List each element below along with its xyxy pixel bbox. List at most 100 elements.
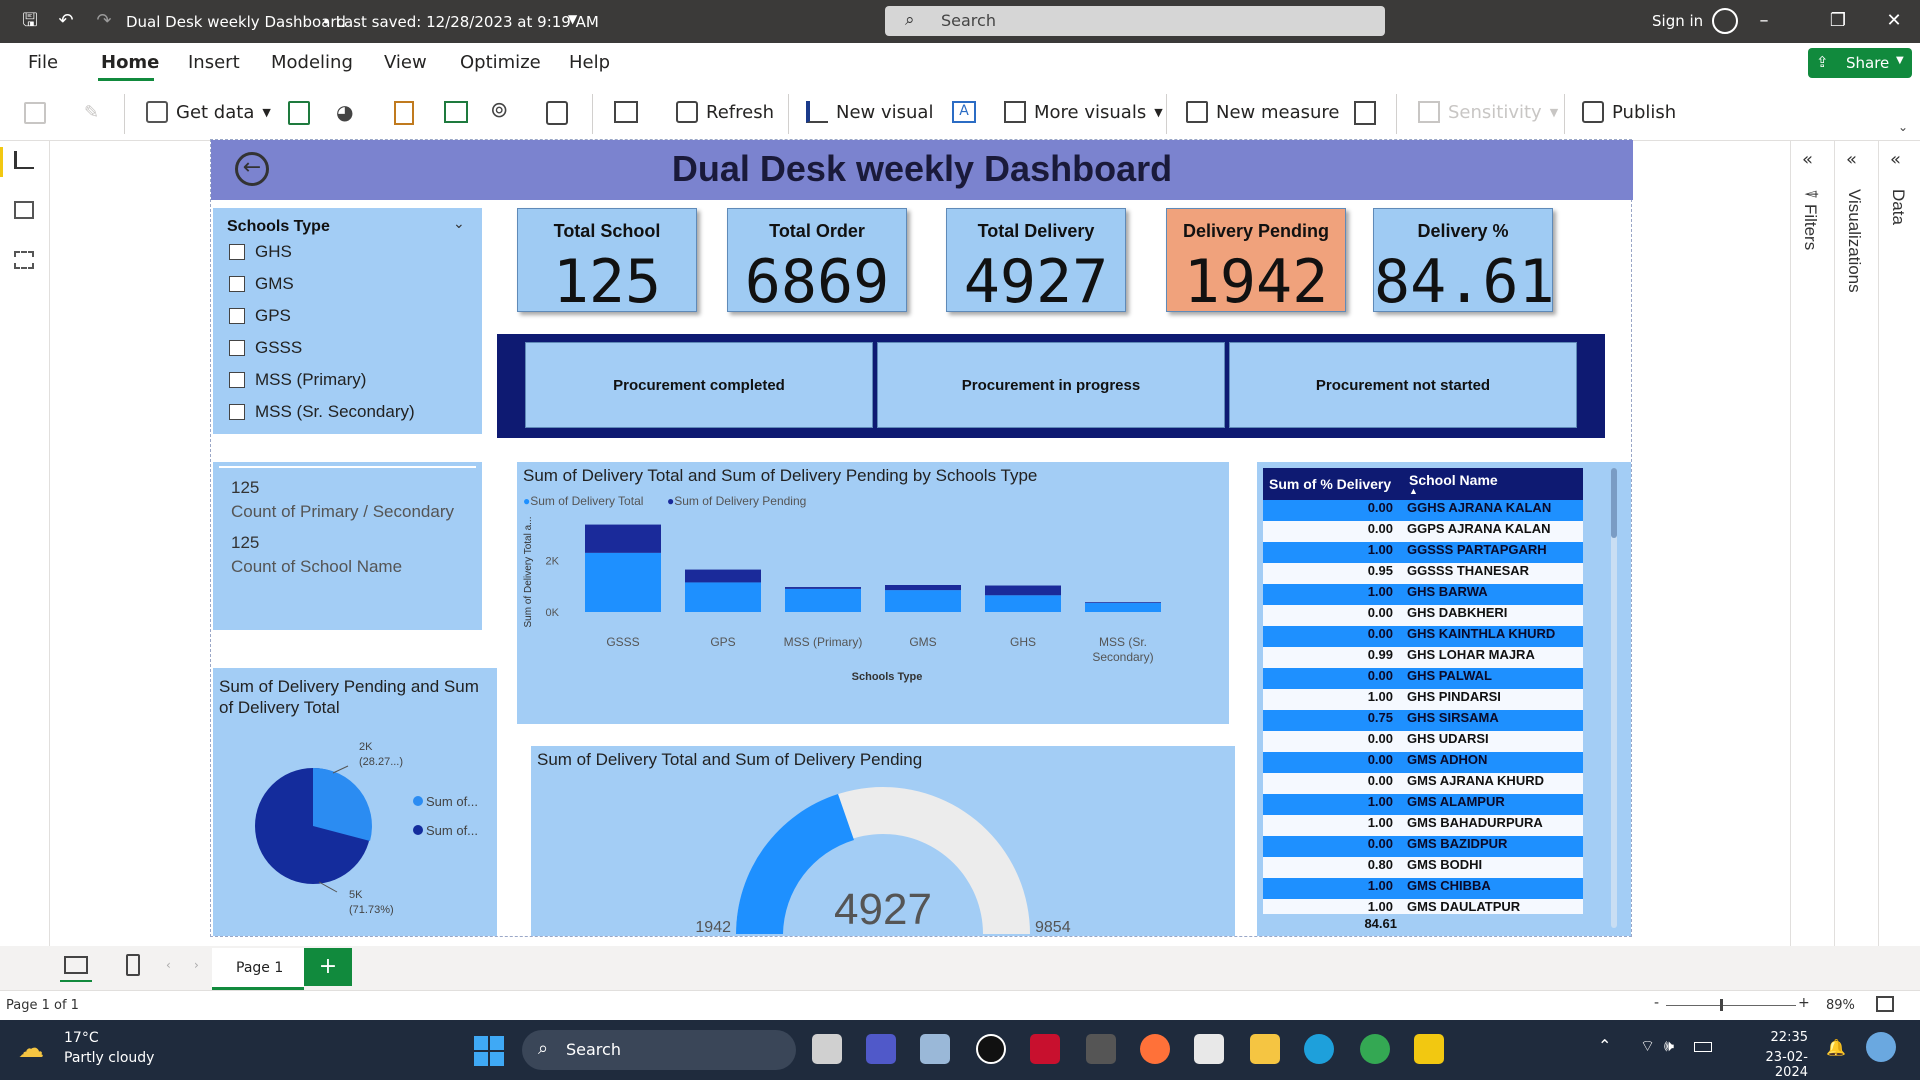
menu-optimize[interactable]: Optimize xyxy=(460,52,541,73)
close-icon[interactable]: ✕ xyxy=(1884,11,1904,31)
slicer-checkbox[interactable] xyxy=(229,340,245,356)
table-row[interactable]: 0.95 GGSSS THANESAR xyxy=(1263,563,1583,584)
slicer-checkbox[interactable] xyxy=(229,276,245,292)
store-icon[interactable] xyxy=(1194,1034,1224,1064)
slicer-option-mss-primary[interactable]: MSS (Primary) xyxy=(255,370,366,390)
table-view-icon[interactable] xyxy=(14,201,34,219)
filters-pane-tab[interactable]: ⍒ Filters xyxy=(1800,189,1820,250)
table-row[interactable]: 0.00 GMS BAZIDPUR xyxy=(1263,836,1583,857)
chevron-up-icon[interactable]: ⌃ xyxy=(1598,1036,1611,1055)
share-button[interactable]: ⇪ Share ▼ xyxy=(1808,48,1912,78)
transform-data-icon[interactable] xyxy=(614,101,638,123)
slicer-checkbox[interactable] xyxy=(229,308,245,324)
bar-total[interactable] xyxy=(585,552,661,612)
menu-help[interactable]: Help xyxy=(569,52,610,73)
zoom-in-icon[interactable]: + xyxy=(1798,995,1810,1011)
table-row[interactable]: 0.00 GMS AJRANA KHURD xyxy=(1263,773,1583,794)
file-explorer-icon[interactable] xyxy=(1250,1034,1280,1064)
slicer-option-gsss[interactable]: GSSS xyxy=(255,338,302,358)
bar-pending[interactable] xyxy=(1085,602,1161,603)
file-window-icon[interactable] xyxy=(920,1034,950,1064)
column-header-school[interactable]: School Name xyxy=(1409,472,1498,488)
table-row[interactable]: 1.00 GHS BARWA xyxy=(1263,584,1583,605)
table-row[interactable]: 1.00 GGSSS PARTAPGARH xyxy=(1263,542,1583,563)
bar-total[interactable] xyxy=(785,588,861,612)
restore-icon[interactable]: ❐ xyxy=(1828,11,1848,31)
enter-data-icon[interactable] xyxy=(444,101,468,123)
bar-total[interactable] xyxy=(1085,603,1161,612)
sql-icon[interactable] xyxy=(394,101,414,125)
report-view-icon[interactable] xyxy=(14,151,34,169)
bar-pending[interactable] xyxy=(885,585,961,591)
slicer-option-gms[interactable]: GMS xyxy=(255,274,294,294)
zoom-slider[interactable] xyxy=(1666,1005,1796,1006)
slicer-checkbox[interactable] xyxy=(229,244,245,260)
dataflow-icon[interactable]: ⊚ xyxy=(490,98,508,123)
firefox-icon[interactable] xyxy=(1140,1034,1170,1064)
get-data-button[interactable]: Get data ▼ xyxy=(146,101,271,123)
teams-icon[interactable] xyxy=(866,1034,896,1064)
chevron-down-icon[interactable]: ▼ xyxy=(568,12,577,26)
edge-icon[interactable] xyxy=(1304,1034,1334,1064)
publish-button[interactable]: Publish xyxy=(1582,101,1676,123)
table-row[interactable]: 0.00 GGHS AJRANA KALAN xyxy=(1263,500,1583,521)
menu-view[interactable]: View xyxy=(384,52,427,73)
zoom-out-icon[interactable]: - xyxy=(1654,995,1659,1011)
expand-filters-icon[interactable]: « xyxy=(1802,149,1813,170)
prev-page-icon[interactable]: ‹ xyxy=(166,958,171,972)
page-tab-1[interactable]: Page 1 xyxy=(212,948,304,990)
slicer-checkbox[interactable] xyxy=(229,404,245,420)
slicer-option-gps[interactable]: GPS xyxy=(255,306,291,326)
chevron-down-icon[interactable]: ⌄ xyxy=(453,216,465,232)
expand-visualizations-icon[interactable]: « xyxy=(1846,149,1857,170)
table-row[interactable]: 0.00 GGPS AJRANA KALAN xyxy=(1263,521,1583,542)
new-measure-button[interactable]: New measure xyxy=(1186,101,1340,123)
search-input[interactable]: ⌕ Search xyxy=(885,6,1385,36)
table-row[interactable]: 0.00 GHS DABKHERI xyxy=(1263,605,1583,626)
dell-icon[interactable] xyxy=(976,1034,1006,1064)
table-row[interactable]: 0.00 GMS ADHON xyxy=(1263,752,1583,773)
save-icon[interactable]: 🖫 xyxy=(20,11,40,31)
task-view-icon[interactable] xyxy=(812,1034,842,1064)
bar-pending[interactable] xyxy=(585,524,661,553)
slicer-checkbox[interactable] xyxy=(229,372,245,388)
refresh-button[interactable]: Refresh xyxy=(676,101,774,123)
next-page-icon[interactable]: › xyxy=(194,958,199,972)
column-header-delivery[interactable]: Sum of % Delivery xyxy=(1269,476,1391,492)
taskbar-search[interactable]: ⌕ Search xyxy=(522,1030,796,1070)
table-row[interactable]: 0.75 GHS SIRSAMA xyxy=(1263,710,1583,731)
slicer-option-ghs[interactable]: GHS xyxy=(255,242,292,262)
battery-icon[interactable] xyxy=(1694,1042,1712,1052)
dataverse-icon[interactable]: ◕ xyxy=(336,100,353,124)
excel-icon[interactable] xyxy=(288,101,310,125)
expand-data-icon[interactable]: « xyxy=(1890,149,1901,170)
notification-icon[interactable]: 🔔 xyxy=(1826,1038,1846,1057)
scrollbar-thumb[interactable] xyxy=(1611,468,1617,538)
menu-file[interactable]: File xyxy=(28,52,58,73)
chrome-icon[interactable] xyxy=(1360,1034,1390,1064)
procurement-in-progress[interactable]: Procurement in progress xyxy=(877,342,1225,428)
table-row[interactable]: 1.00 GMS BAHADURPURA xyxy=(1263,815,1583,836)
zoom-level[interactable]: 89% xyxy=(1826,998,1855,1013)
sensitivity-button[interactable]: Sensitivity ▼ xyxy=(1418,101,1558,123)
table-row[interactable]: 1.00 GHS PINDARSI xyxy=(1263,689,1583,710)
mobile-layout-icon[interactable] xyxy=(126,954,140,976)
mcafee-icon[interactable] xyxy=(1030,1034,1060,1064)
clock-date[interactable]: 23-02-2024 xyxy=(1734,1050,1808,1080)
table-row[interactable]: 1.00 GMS CHIBBA xyxy=(1263,878,1583,899)
more-visuals-button[interactable]: More visuals ▼ xyxy=(1004,101,1163,123)
bar-total[interactable] xyxy=(985,595,1061,612)
table-scrollbar[interactable] xyxy=(1611,468,1617,928)
bar-total[interactable] xyxy=(885,590,961,612)
sign-in-link[interactable]: Sign in xyxy=(1652,12,1703,30)
wifi-icon[interactable]: ⌔ xyxy=(1640,1036,1655,1056)
menu-home[interactable]: Home xyxy=(101,52,159,73)
minimize-icon[interactable]: – xyxy=(1754,11,1774,31)
model-view-icon[interactable] xyxy=(14,251,34,269)
new-visual-button[interactable]: New visual xyxy=(806,101,933,123)
table-row[interactable]: 1.00 GMS DAULATPUR xyxy=(1263,899,1583,914)
procurement-completed[interactable]: Procurement completed xyxy=(525,342,873,428)
slicer-option-mss-sr-secondary[interactable]: MSS (Sr. Secondary) xyxy=(255,402,415,422)
table-row[interactable]: 1.00 GMS ALAMPUR xyxy=(1263,794,1583,815)
bar-pending[interactable] xyxy=(785,587,861,589)
